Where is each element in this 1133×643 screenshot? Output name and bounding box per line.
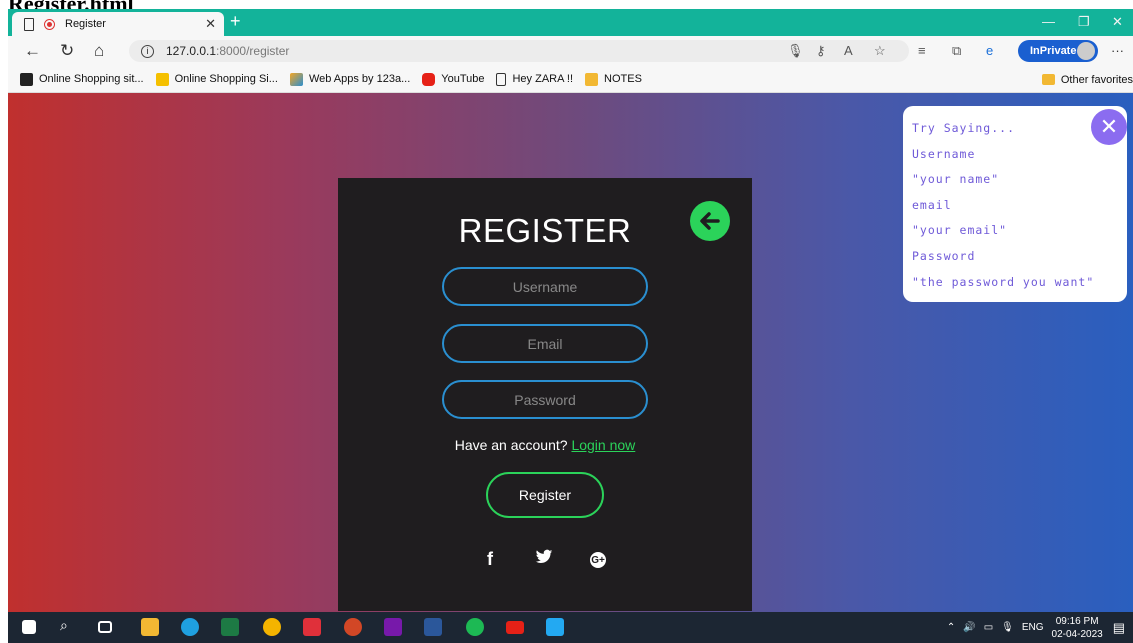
email-input[interactable] (442, 324, 648, 363)
chevron-up-icon[interactable]: ⌃ (947, 622, 955, 633)
excel-icon[interactable] (221, 618, 239, 636)
powerpoint-icon[interactable] (344, 618, 362, 636)
key-icon[interactable]: ⚷ (816, 43, 826, 59)
windows-start-icon[interactable] (22, 620, 36, 634)
back-arrow-icon[interactable]: ← (24, 41, 41, 61)
folder-icon (585, 72, 599, 86)
chrome-icon[interactable] (263, 618, 281, 636)
favorites-list-icon[interactable]: ≡ (918, 43, 926, 58)
home-icon[interactable]: ⌂ (94, 41, 104, 61)
flipkart-icon (155, 72, 169, 86)
restore-icon[interactable]: ❐ (1078, 14, 1090, 30)
minimize-icon[interactable]: — (1042, 14, 1055, 29)
brave-icon[interactable] (303, 618, 321, 636)
microphone-icon[interactable]: 🎙 (1001, 622, 1014, 633)
apps-icon (289, 72, 303, 86)
favorite-item[interactable]: Online Shopping sit... (20, 72, 144, 86)
taskbar: ⌕ ⌃ 🔊 ▭ 🎙 ENG 09:16 PM 02-04-2023 ▤ (8, 612, 1133, 643)
have-account-line: Have an account? Login now (338, 437, 752, 453)
hint-line: "your name" (912, 172, 1000, 186)
word-icon[interactable] (424, 618, 442, 636)
read-aloud-icon[interactable]: A (844, 43, 853, 58)
system-tray: ⌃ 🔊 ▭ 🎙 ENG 09:16 PM 02-04-2023 ▤ (947, 612, 1133, 643)
facebook-icon[interactable]: f (487, 549, 493, 570)
spotify-icon[interactable] (466, 618, 484, 636)
favorite-item[interactable]: NOTES (585, 72, 642, 86)
hint-line: email (912, 198, 952, 212)
notification-icon[interactable]: ▤ (1113, 620, 1125, 636)
info-icon[interactable]: i (141, 44, 154, 58)
recording-icon (44, 18, 55, 30)
tab-title: Register (65, 18, 106, 30)
inprivate-badge[interactable]: InPrivate (1018, 40, 1098, 62)
hint-line: "your email" (912, 223, 1008, 237)
favorite-item[interactable]: Hey ZARA !! (496, 72, 573, 86)
password-input[interactable] (442, 380, 648, 419)
register-card: REGISTER Have an account? Login now Regi… (338, 178, 752, 611)
more-icon[interactable]: ··· (1111, 43, 1124, 58)
close-hints-button[interactable]: ✕ (1091, 109, 1127, 145)
hint-line: Username (912, 147, 976, 161)
edge-icon[interactable]: e (986, 43, 993, 58)
page-icon (496, 72, 507, 86)
vscode-icon[interactable] (546, 618, 564, 636)
window-close-icon[interactable]: ✕ (1112, 14, 1123, 30)
hint-line: Password (912, 249, 976, 263)
have-account-text: Have an account? (454, 437, 568, 453)
volume-icon[interactable]: 🔊 (963, 622, 975, 633)
back-button[interactable] (690, 201, 730, 241)
page-icon (24, 17, 34, 31)
inprivate-label: InPrivate (1030, 45, 1077, 57)
clock[interactable]: 09:16 PM 02-04-2023 (1052, 615, 1103, 641)
username-input[interactable] (442, 267, 648, 306)
edge-icon[interactable] (181, 618, 199, 636)
search-icon[interactable]: ⌕ (60, 617, 78, 635)
clock-date: 02-04-2023 (1051, 628, 1103, 640)
hint-line: "the password you want" (912, 275, 1095, 289)
page-viewport: REGISTER Have an account? Login now Regi… (8, 93, 1133, 612)
folder-icon (1041, 74, 1055, 85)
youtube-icon[interactable] (506, 621, 524, 634)
new-tab-icon[interactable]: + (230, 11, 241, 32)
refresh-icon[interactable]: ↻ (60, 41, 74, 61)
amazon-icon (20, 72, 33, 86)
tab-bar: Register ✕ + — ❐ ✕ (8, 9, 1133, 36)
clock-time: 09:16 PM (1055, 615, 1099, 627)
twitter-icon[interactable] (535, 549, 553, 570)
url-path: :8000/register (216, 44, 290, 58)
login-link[interactable]: Login now (571, 437, 635, 453)
task-view-icon[interactable] (98, 621, 112, 633)
microphone-icon[interactable]: 🎙 (787, 43, 804, 59)
onenote-icon[interactable] (384, 618, 402, 636)
google-plus-icon[interactable]: G+ (590, 552, 606, 568)
close-tab-icon[interactable]: ✕ (205, 16, 216, 32)
favorite-star-icon[interactable]: ☆ (874, 43, 886, 59)
tab-register[interactable]: Register ✕ (12, 12, 224, 36)
other-favorites[interactable]: Other favorites (1041, 66, 1133, 93)
url-host: 127.0.0.1 (166, 44, 217, 58)
address-bar: ← ↻ ⌂ i 127.0.0.1 :8000/register 🎙 ⚷ A ☆… (8, 36, 1133, 66)
favorite-item[interactable]: YouTube (422, 72, 484, 86)
browser-window: Register ✕ + — ❐ ✕ ← ↻ ⌂ i 127.0.0.1 :80… (8, 9, 1133, 612)
file-explorer-icon[interactable] (141, 618, 159, 636)
avatar (1077, 42, 1095, 60)
language-indicator[interactable]: ENG (1022, 622, 1044, 633)
network-icon[interactable]: ▭ (984, 622, 993, 633)
favorite-item[interactable]: Web Apps by 123a... (289, 72, 410, 86)
register-button[interactable]: Register (486, 472, 604, 518)
back-arrow-icon (700, 212, 720, 230)
favorites-bar: Online Shopping sit... Online Shopping S… (8, 66, 1133, 93)
hint-line: Try Saying... (912, 121, 1016, 135)
collections-icon[interactable]: ⧉ (952, 43, 961, 59)
youtube-icon (422, 72, 436, 86)
favorite-item[interactable]: Online Shopping Si... (155, 72, 278, 86)
